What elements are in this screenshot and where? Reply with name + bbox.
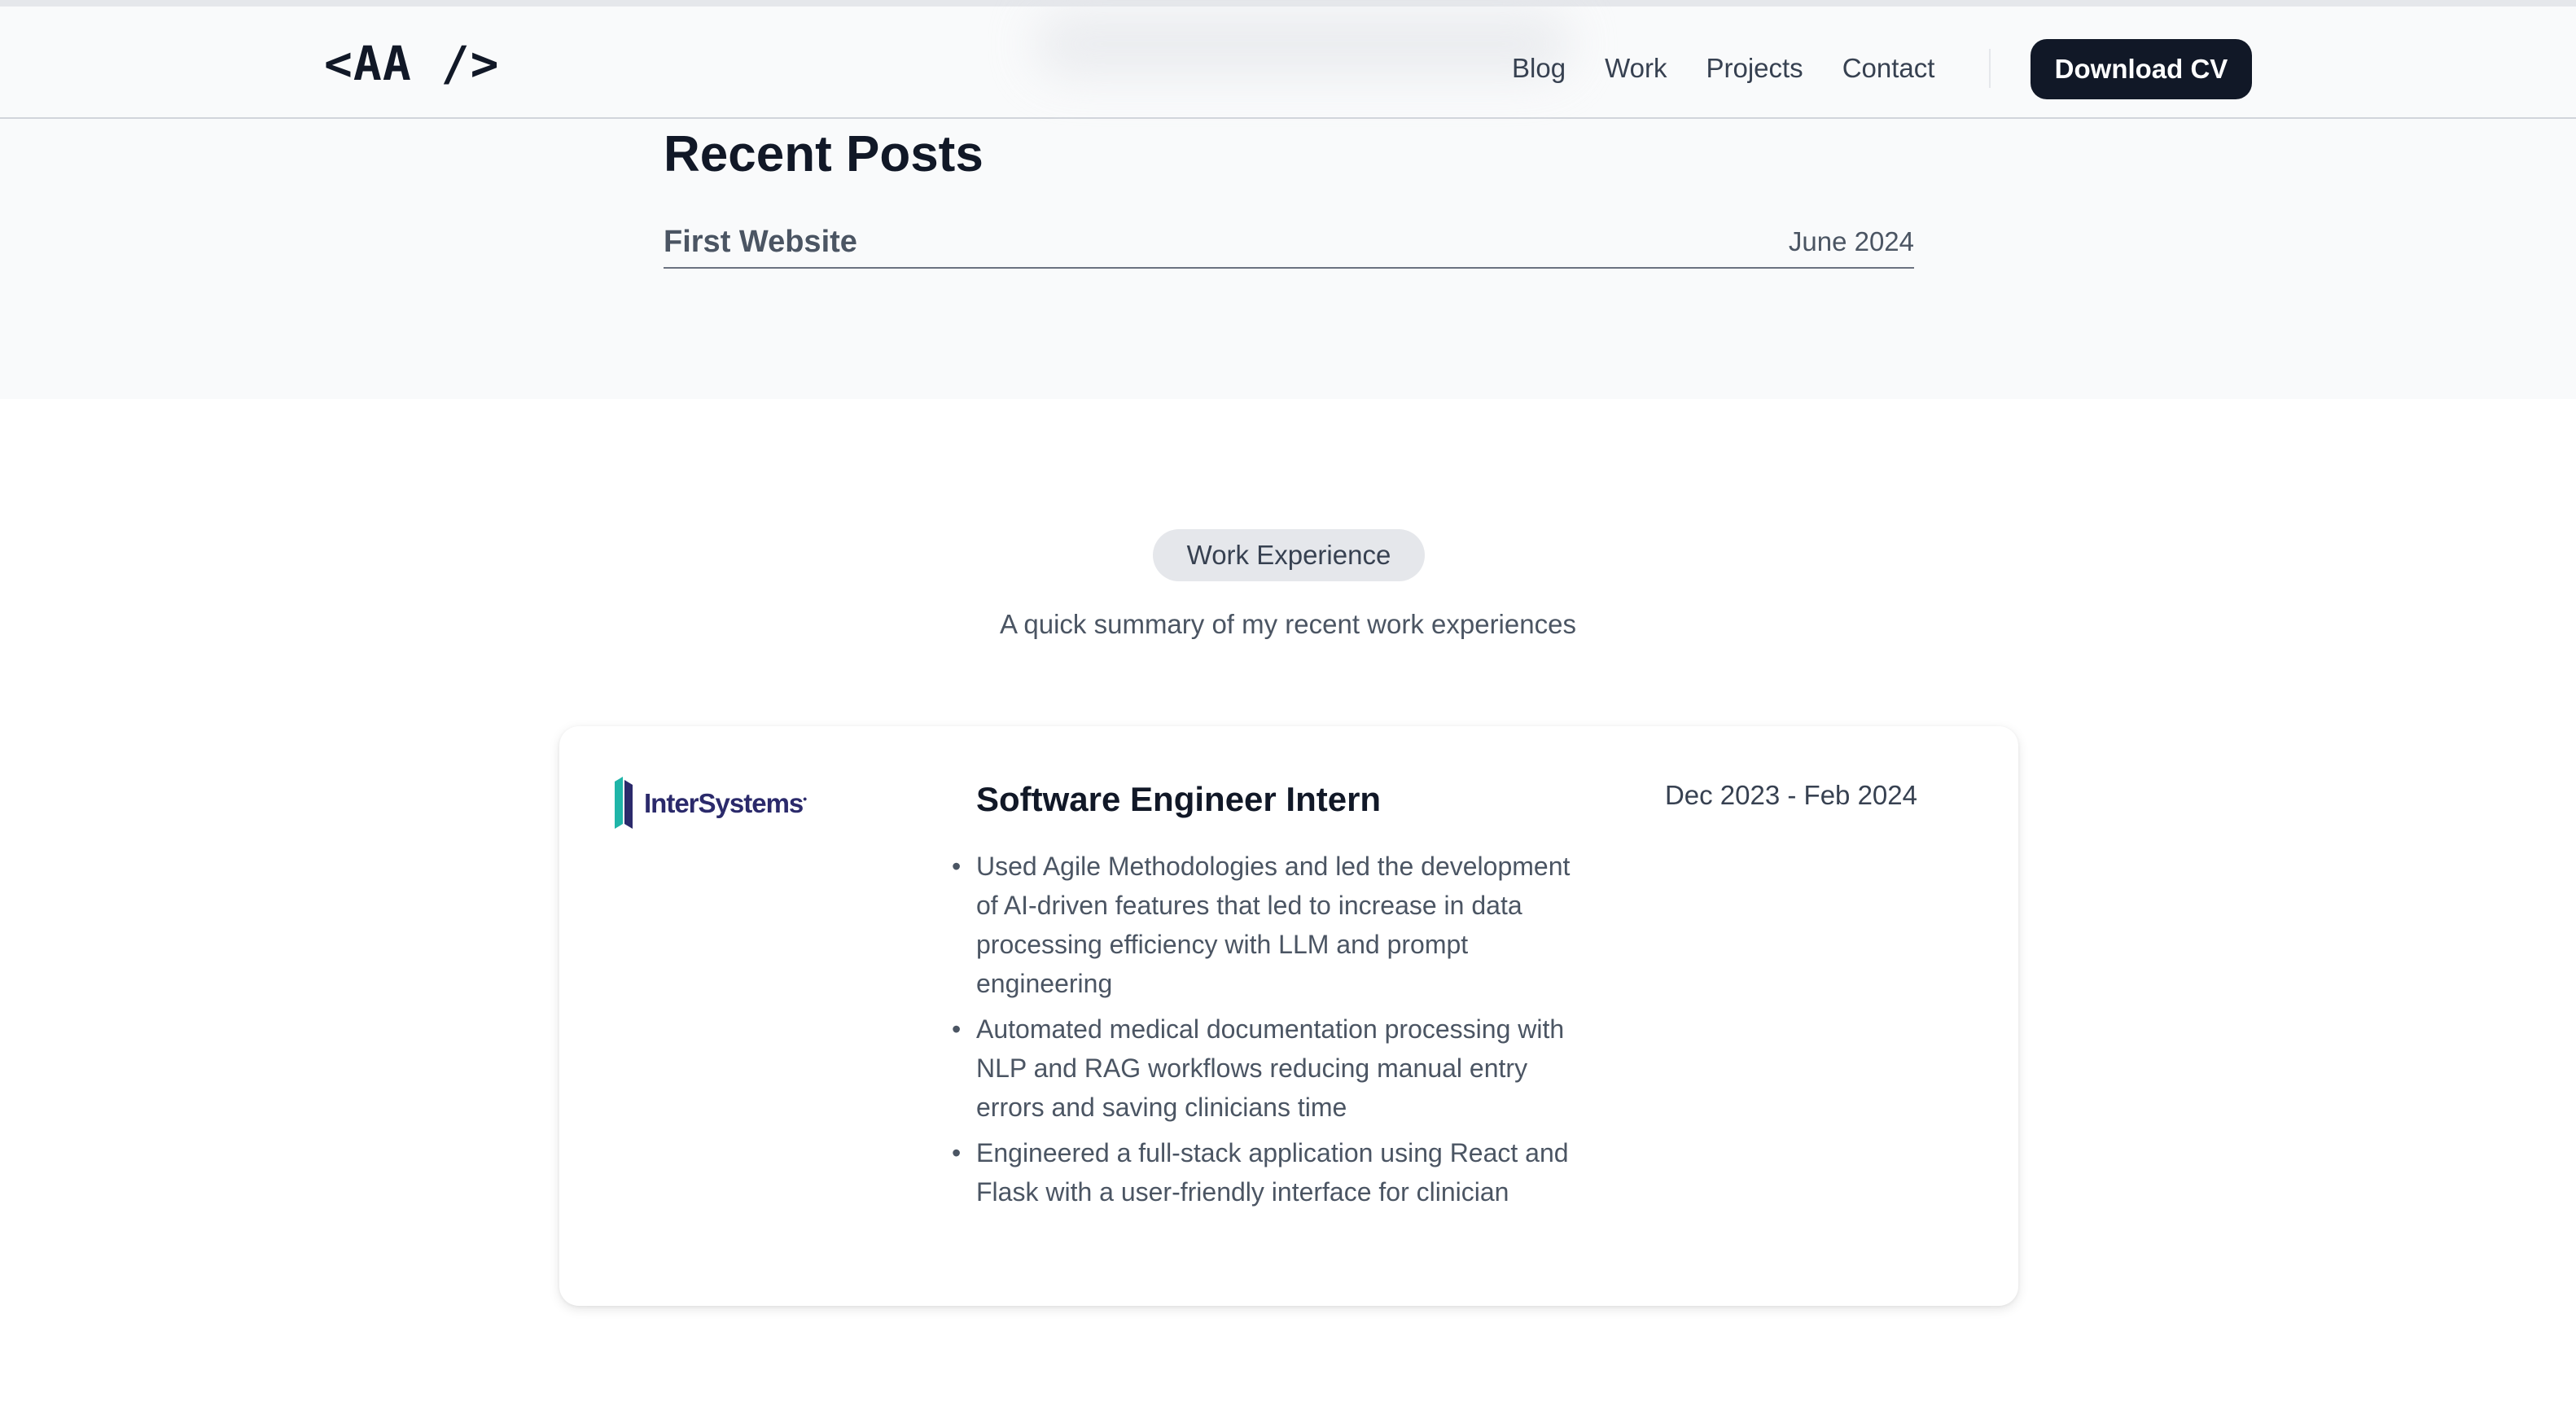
intersystems-logo-icon	[615, 777, 633, 829]
recent-posts-section: Recent Posts First Website June 2024	[0, 119, 2576, 399]
main-nav: Blog Work Projects Contact	[1512, 49, 1974, 88]
post-row[interactable]: First Website June 2024	[664, 225, 1914, 269]
job-card: InterSystems• Software Engineer Intern D…	[559, 726, 2018, 1306]
work-experience-subtitle: A quick summary of my recent work experi…	[1000, 609, 1576, 639]
nav-divider	[1989, 49, 1991, 88]
site-header: <AA /> Blog Work Projects Contact Downlo…	[0, 0, 2576, 119]
post-title[interactable]: First Website	[664, 225, 857, 260]
job-bullet: Used Agile Methodologies and led the dev…	[952, 847, 1579, 1003]
header-blur-decoration	[1034, 11, 1571, 77]
job-title: Software Engineer Intern	[976, 780, 1382, 818]
site-logo[interactable]: <AA />	[324, 36, 500, 91]
company-name: InterSystems•	[644, 788, 807, 819]
recent-posts-title: Recent Posts	[664, 126, 984, 182]
post-date: June 2024	[1788, 226, 1914, 256]
nav-link-contact[interactable]: Contact	[1842, 53, 1935, 84]
job-bullet: Automated medical documentation processi…	[952, 1010, 1579, 1127]
job-dates: Dec 2023 - Feb 2024	[1664, 780, 1917, 810]
job-bullets: Used Agile Methodologies and led the dev…	[952, 847, 1579, 1218]
work-experience-badge: Work Experience	[1153, 529, 1425, 581]
download-cv-button[interactable]: Download CV	[2031, 39, 2252, 99]
registered-mark: •	[803, 792, 807, 805]
nav-link-blog[interactable]: Blog	[1512, 53, 1566, 84]
job-bullet: Engineered a full-stack application usin…	[952, 1133, 1579, 1211]
nav-link-work[interactable]: Work	[1605, 53, 1667, 84]
company-name-text: InterSystems	[644, 788, 804, 818]
company-logo: InterSystems•	[611, 777, 807, 830]
nav-link-projects[interactable]: Projects	[1706, 53, 1803, 84]
